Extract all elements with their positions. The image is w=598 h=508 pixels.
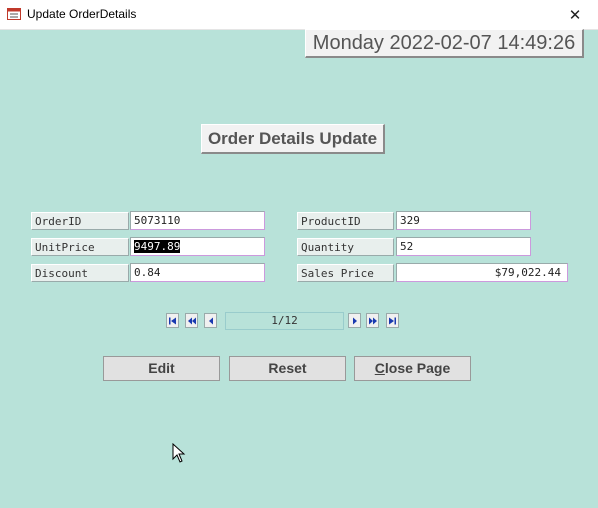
title-bar: Update OrderDetails ✕ [0, 0, 598, 30]
previous-record-icon [208, 317, 213, 324]
reset-button[interactable]: Reset [229, 356, 346, 381]
unit-price-label: UnitPrice [31, 238, 129, 256]
datetime-display: Monday 2022-02-07 14:49:26 [305, 29, 584, 58]
previous-page-icon [187, 317, 196, 324]
previous-page-button[interactable] [185, 313, 198, 328]
discount-label: Discount [31, 264, 129, 282]
record-position: 1/12 [225, 312, 344, 330]
next-record-icon [352, 317, 357, 324]
unit-price-value: 9497.89 [134, 240, 181, 253]
quantity-label: Quantity [297, 238, 394, 256]
previous-record-button[interactable] [204, 313, 217, 328]
product-id-label: ProductID [297, 212, 394, 230]
close-icon: ✕ [568, 6, 582, 24]
order-id-label: OrderID [31, 212, 129, 230]
unit-price-field[interactable]: 9497.89 [130, 237, 265, 256]
next-page-icon [368, 317, 377, 324]
page-title: Order Details Update [201, 124, 385, 154]
product-id-field[interactable]: 329 [396, 211, 531, 230]
close-page-label: lose Page [384, 360, 451, 376]
first-record-icon [169, 317, 176, 324]
last-record-icon [389, 317, 396, 324]
order-id-field[interactable]: 5073110 [130, 211, 265, 230]
next-page-button[interactable] [366, 313, 379, 328]
edit-button[interactable]: Edit [103, 356, 220, 381]
discount-field[interactable]: 0.84 [130, 263, 265, 282]
quantity-field[interactable]: 52 [396, 237, 531, 256]
next-record-button[interactable] [348, 313, 361, 328]
last-record-button[interactable] [386, 313, 399, 328]
app-form-icon [7, 8, 21, 20]
close-page-accelerator: C [374, 360, 385, 376]
close-page-button[interactable]: Close Page [354, 356, 471, 381]
window-title: Update OrderDetails [27, 7, 137, 21]
sales-price-label: Sales Price [297, 264, 394, 282]
sales-price-field[interactable]: $79,022.44 [396, 263, 568, 282]
mouse-cursor-icon [172, 443, 186, 463]
first-record-button[interactable] [166, 313, 179, 328]
close-button[interactable]: ✕ [552, 0, 598, 29]
